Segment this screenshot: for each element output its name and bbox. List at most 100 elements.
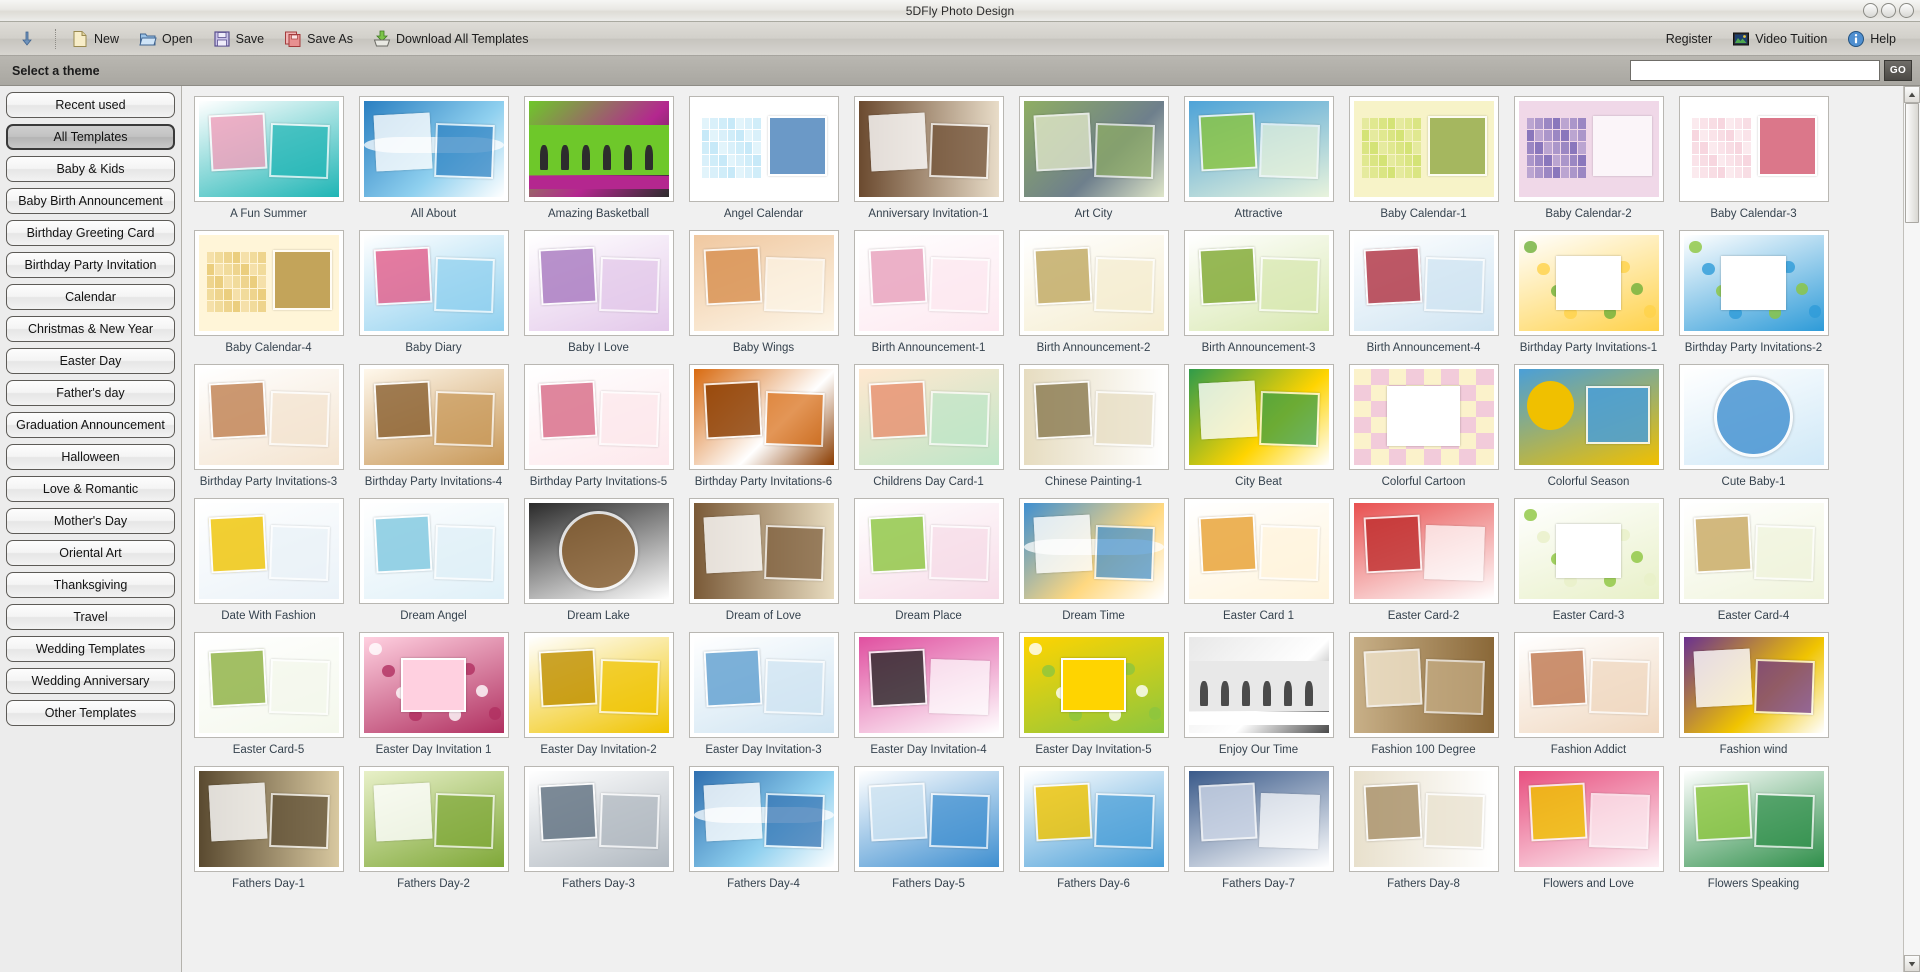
template-cell[interactable]: Easter Day Invitation-5 <box>1011 632 1176 766</box>
template-thumbnail[interactable] <box>689 230 839 336</box>
template-cell[interactable]: Birthday Party Invitations-3 <box>186 364 351 498</box>
template-cell[interactable]: Easter Day Invitation-4 <box>846 632 1011 766</box>
template-cell[interactable]: Angel Calendar <box>681 96 846 230</box>
template-cell[interactable]: Baby Calendar-4 <box>186 230 351 364</box>
sidebar-item-wedding-anniversary[interactable]: Wedding Anniversary <box>6 668 175 694</box>
template-cell[interactable]: All About <box>351 96 516 230</box>
template-thumbnail[interactable] <box>1184 498 1334 604</box>
maximize-button[interactable] <box>1881 3 1896 18</box>
template-cell[interactable]: A Fun Summer <box>186 96 351 230</box>
template-cell[interactable]: Chinese Painting-1 <box>1011 364 1176 498</box>
template-thumbnail[interactable] <box>524 230 674 336</box>
template-cell[interactable]: Easter Card-4 <box>1671 498 1836 632</box>
template-cell[interactable]: Fathers Day-3 <box>516 766 681 900</box>
go-button[interactable]: GO <box>1884 60 1912 81</box>
template-thumbnail[interactable] <box>1679 230 1829 336</box>
template-cell[interactable]: Dream Lake <box>516 498 681 632</box>
template-thumbnail[interactable] <box>1679 364 1829 470</box>
sidebar-item-baby-kids[interactable]: Baby & Kids <box>6 156 175 182</box>
sidebar-item-calendar[interactable]: Calendar <box>6 284 175 310</box>
sidebar-item-birthday-greeting-card[interactable]: Birthday Greeting Card <box>6 220 175 246</box>
sidebar-item-love-romantic[interactable]: Love & Romantic <box>6 476 175 502</box>
template-thumbnail[interactable] <box>689 96 839 202</box>
template-thumbnail[interactable] <box>1349 766 1499 872</box>
template-thumbnail[interactable] <box>524 96 674 202</box>
sidebar-item-wedding-templates[interactable]: Wedding Templates <box>6 636 175 662</box>
template-cell[interactable]: Baby Diary <box>351 230 516 364</box>
template-thumbnail[interactable] <box>1679 96 1829 202</box>
template-cell[interactable]: Birthday Party Invitations-6 <box>681 364 846 498</box>
sidebar-item-graduation-announcement[interactable]: Graduation Announcement <box>6 412 175 438</box>
sidebar-item-christmas-new-year[interactable]: Christmas & New Year <box>6 316 175 342</box>
scroll-up-button[interactable] <box>1904 86 1920 103</box>
close-button[interactable] <box>1899 3 1914 18</box>
scrollbar-thumb[interactable] <box>1905 103 1919 223</box>
template-cell[interactable]: Fathers Day-6 <box>1011 766 1176 900</box>
sidebar-item-recent-used[interactable]: Recent used <box>6 92 175 118</box>
template-thumbnail[interactable] <box>194 96 344 202</box>
template-cell[interactable]: Fathers Day-4 <box>681 766 846 900</box>
template-cell[interactable]: Easter Day Invitation-2 <box>516 632 681 766</box>
template-thumbnail[interactable] <box>194 364 344 470</box>
template-thumbnail[interactable] <box>854 498 1004 604</box>
sidebar-item-easter-day[interactable]: Easter Day <box>6 348 175 374</box>
new-button[interactable]: New <box>63 26 127 52</box>
template-cell[interactable]: City Beat <box>1176 364 1341 498</box>
template-cell[interactable]: Cute Baby-1 <box>1671 364 1836 498</box>
minimize-button[interactable] <box>1863 3 1878 18</box>
open-button[interactable]: Open <box>131 26 201 52</box>
template-thumbnail[interactable] <box>1349 230 1499 336</box>
download-arrow-button[interactable] <box>10 26 44 52</box>
scroll-down-button[interactable] <box>1904 955 1920 972</box>
template-cell[interactable]: Birth Announcement-3 <box>1176 230 1341 364</box>
template-thumbnail[interactable] <box>1514 364 1664 470</box>
template-cell[interactable]: Fashion 100 Degree <box>1341 632 1506 766</box>
template-cell[interactable]: Amazing Basketball <box>516 96 681 230</box>
template-thumbnail[interactable] <box>854 632 1004 738</box>
template-thumbnail[interactable] <box>1019 632 1169 738</box>
template-cell[interactable]: Birthday Party Invitations-5 <box>516 364 681 498</box>
template-thumbnail[interactable] <box>194 498 344 604</box>
search-input[interactable] <box>1630 60 1880 81</box>
template-cell[interactable]: Birth Announcement-2 <box>1011 230 1176 364</box>
sidebar-item-oriental-art[interactable]: Oriental Art <box>6 540 175 566</box>
template-cell[interactable]: Flowers Speaking <box>1671 766 1836 900</box>
template-thumbnail[interactable] <box>194 766 344 872</box>
template-thumbnail[interactable] <box>524 766 674 872</box>
help-button[interactable]: Help <box>1839 26 1904 52</box>
template-thumbnail[interactable] <box>1349 498 1499 604</box>
template-thumbnail[interactable] <box>689 632 839 738</box>
template-cell[interactable]: Fathers Day-1 <box>186 766 351 900</box>
template-cell[interactable]: Baby Calendar-1 <box>1341 96 1506 230</box>
template-thumbnail[interactable] <box>1019 230 1169 336</box>
template-thumbnail[interactable] <box>1019 766 1169 872</box>
template-thumbnail[interactable] <box>1349 632 1499 738</box>
template-cell[interactable]: Birthday Party Invitations-1 <box>1506 230 1671 364</box>
sidebar-item-halloween[interactable]: Halloween <box>6 444 175 470</box>
template-thumbnail[interactable] <box>1184 364 1334 470</box>
template-cell[interactable]: Easter Card-2 <box>1341 498 1506 632</box>
template-cell[interactable]: Baby Calendar-2 <box>1506 96 1671 230</box>
template-cell[interactable]: Fashion Addict <box>1506 632 1671 766</box>
template-thumbnail[interactable] <box>359 230 509 336</box>
template-cell[interactable]: Dream Place <box>846 498 1011 632</box>
template-thumbnail[interactable] <box>1679 632 1829 738</box>
template-cell[interactable]: Easter Card 1 <box>1176 498 1341 632</box>
template-thumbnail[interactable] <box>689 364 839 470</box>
template-cell[interactable]: Dream Time <box>1011 498 1176 632</box>
template-cell[interactable]: Baby Wings <box>681 230 846 364</box>
template-cell[interactable]: Art City <box>1011 96 1176 230</box>
template-thumbnail[interactable] <box>854 96 1004 202</box>
template-cell[interactable]: Colorful Season <box>1506 364 1671 498</box>
template-thumbnail[interactable] <box>1679 498 1829 604</box>
template-cell[interactable]: Enjoy Our Time <box>1176 632 1341 766</box>
sidebar-item-other-templates[interactable]: Other Templates <box>6 700 175 726</box>
template-thumbnail[interactable] <box>1019 364 1169 470</box>
template-thumbnail[interactable] <box>1514 766 1664 872</box>
template-thumbnail[interactable] <box>689 498 839 604</box>
sidebar-item-thanksgiving[interactable]: Thanksgiving <box>6 572 175 598</box>
template-thumbnail[interactable] <box>1349 96 1499 202</box>
template-thumbnail[interactable] <box>359 364 509 470</box>
template-thumbnail[interactable] <box>854 364 1004 470</box>
template-cell[interactable]: Dream of Love <box>681 498 846 632</box>
